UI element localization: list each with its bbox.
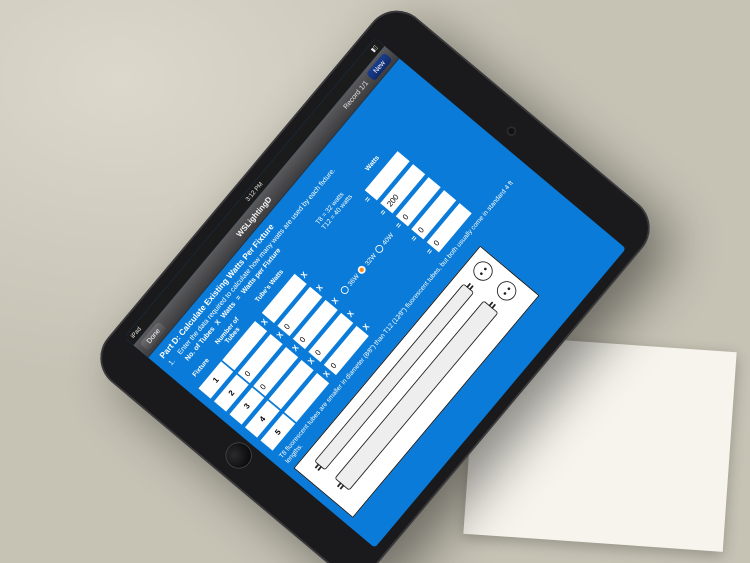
tube-endcap-icon bbox=[469, 257, 496, 284]
watt-radio-label: 40W bbox=[380, 231, 395, 246]
watt-radio-label: 36W bbox=[346, 272, 361, 287]
front-camera bbox=[507, 127, 516, 136]
watt-radio-label: 32W bbox=[363, 251, 378, 266]
battery-icon: ▮▯ bbox=[369, 44, 379, 54]
formula-eq: = bbox=[234, 293, 243, 301]
tube-endcap-icon bbox=[493, 277, 520, 304]
watt-radio-36w[interactable] bbox=[339, 284, 350, 295]
watt-radio-32w[interactable] bbox=[356, 263, 367, 274]
formula-x: X bbox=[213, 318, 222, 327]
watt-radio-40w[interactable] bbox=[373, 243, 384, 254]
